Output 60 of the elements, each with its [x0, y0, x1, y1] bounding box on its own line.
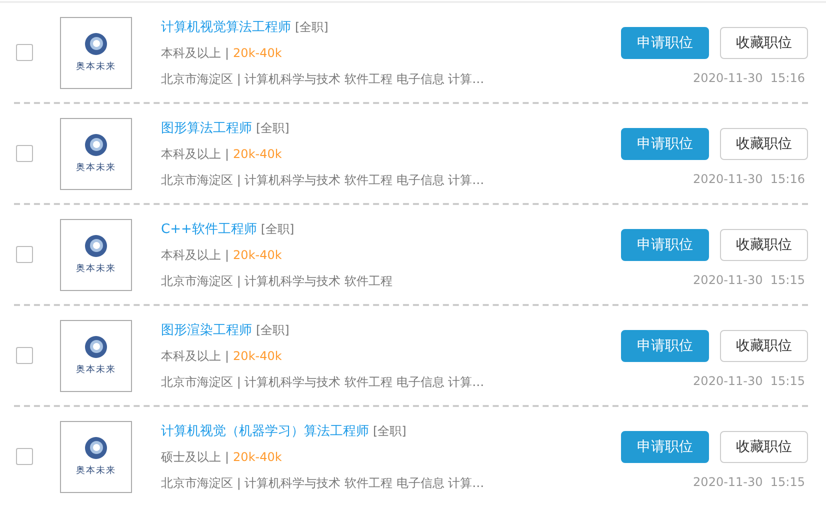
save-button[interactable]: 收藏职位 [720, 26, 808, 58]
salary: 20k-40k [233, 248, 282, 262]
job-title-link[interactable]: 图形渲染工程师 [161, 320, 252, 338]
save-button[interactable]: 收藏职位 [720, 330, 808, 362]
ring-icon [85, 134, 107, 156]
job-title-link[interactable]: 计算机视觉算法工程师 [161, 18, 291, 36]
job-title-link[interactable]: C++软件工程师 [161, 220, 257, 238]
logo-text: 奥本未来 [76, 364, 116, 376]
salary: 20k-40k [233, 46, 282, 60]
ring-icon [85, 336, 107, 358]
salary: 20k-40k [233, 348, 282, 362]
separator: | [225, 146, 230, 160]
separator: | [225, 46, 230, 60]
save-button[interactable]: 收藏职位 [720, 430, 808, 462]
job-details: 北京市海淀区 | 计算机科学与技术 软件工程 电子信息 计算… [161, 70, 484, 88]
ring-icon [85, 436, 107, 458]
logo-text: 奥本未来 [76, 162, 116, 174]
checkbox[interactable] [16, 145, 33, 162]
ring-icon [85, 32, 107, 54]
job-title-link[interactable]: 计算机视觉（机器学习）算法工程师 [161, 422, 369, 440]
salary: 20k-40k [233, 450, 282, 464]
apply-button[interactable]: 申请职位 [621, 228, 709, 260]
apply-button[interactable]: 申请职位 [621, 26, 709, 58]
checkbox[interactable] [16, 246, 33, 263]
separator: | [225, 450, 230, 464]
apply-button[interactable]: 申请职位 [621, 330, 709, 362]
apply-button[interactable]: 申请职位 [621, 430, 709, 462]
education: 本科及以上 [161, 246, 221, 264]
salary: 20k-40k [233, 146, 282, 160]
separator: | [225, 348, 230, 362]
education: 本科及以上 [161, 146, 221, 162]
job-type: [全职] [295, 18, 328, 36]
checkbox[interactable] [16, 44, 33, 61]
post-date: 2020-11-30 15:16 [693, 70, 805, 84]
separator: | [225, 248, 230, 262]
job-details: 北京市海淀区 | 计算机科学与技术 软件工程 电子信息 计算… [161, 474, 484, 492]
job-type: [全职] [260, 220, 294, 238]
logo-text: 奥本未来 [76, 262, 116, 274]
checkbox[interactable] [16, 347, 33, 364]
save-button[interactable]: 收藏职位 [720, 228, 808, 260]
ring-icon [85, 234, 107, 256]
checkbox[interactable] [16, 448, 33, 465]
education: 本科及以上 [161, 44, 221, 62]
post-date: 2020-11-30 15:15 [693, 474, 805, 488]
job-type: [全职] [256, 120, 290, 136]
post-date: 2020-11-30 15:15 [693, 374, 805, 388]
logo-text: 奥本未来 [76, 464, 116, 476]
job-type: [全职] [373, 422, 406, 440]
logo-text: 奥本未来 [76, 60, 116, 72]
job-details: 北京市海淀区 | 计算机科学与技术 软件工程 [161, 272, 392, 290]
job-title-link[interactable]: 图形算法工程师 [161, 118, 252, 136]
post-date: 2020-11-30 15:16 [693, 172, 805, 186]
save-button[interactable]: 收藏职位 [720, 128, 808, 160]
job-details: 北京市海淀区 | 计算机科学与技术 软件工程 电子信息 计算… [161, 172, 484, 188]
education: 硕士及以上 [161, 448, 221, 466]
post-date: 2020-11-30 15:15 [693, 272, 805, 286]
job-details: 北京市海淀区 | 计算机科学与技术 软件工程 电子信息 计算… [161, 374, 484, 390]
education: 本科及以上 [161, 348, 221, 364]
apply-button[interactable]: 申请职位 [621, 128, 709, 160]
job-type: [全职] [256, 322, 290, 338]
